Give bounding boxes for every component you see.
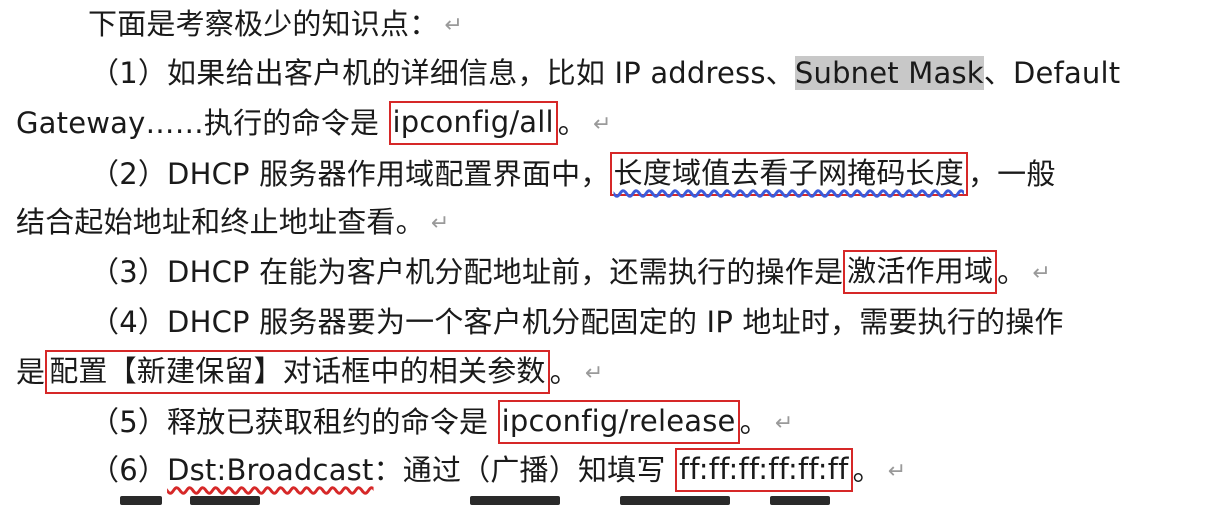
item2-line2-text: 结合起始地址和终止地址查看。 [16, 205, 425, 239]
item5-suffix: 。 [739, 405, 769, 439]
answer-box-ipconfig-all: ipconfig/all [388, 101, 558, 145]
item4-line2: 是配置【新建保留】对话框中的相关参数。 ↵ [16, 350, 1218, 394]
dst-broadcast-term: Dst:Broadcast [167, 453, 374, 487]
item4-line2-suffix: 。 [549, 355, 579, 389]
partial-glyph [470, 496, 560, 505]
item4-line1: （4）DHCP 服务器要为一个客户机分配固定的 IP 地址时，需要执行的操作 [90, 300, 1218, 344]
paragraph-mark-icon: ↵ [430, 211, 450, 236]
intro-line: 下面是考察极少的知识点： ↵ [88, 2, 1218, 46]
answer-box-ipconfig-release: ipconfig/release [497, 400, 740, 444]
item5-line: （5）释放已获取租约的命令是 ipconfig/release。 ↵ [90, 400, 1218, 444]
item6-line: （6）Dst:Broadcast：通过（广播）知填写 ff:ff:ff:ff:f… [90, 448, 1218, 492]
item6-middle: ：通过（广播）知填写 [373, 453, 675, 487]
item2-line2: 结合起始地址和终止地址查看。 ↵ [16, 200, 1218, 244]
intro-text: 下面是考察极少的知识点： [88, 7, 439, 41]
item3-prefix: （3）DHCP 在能为客户机分配地址前，还需执行的操作是 [90, 255, 844, 289]
item4-line2-prefix: 是 [16, 355, 46, 389]
partial-glyph [120, 496, 162, 505]
paragraph-mark-icon: ↵ [444, 13, 464, 38]
paragraph-mark-icon: ↵ [1032, 261, 1052, 286]
highlighted-term: Subnet Mask [794, 56, 984, 90]
answer-box-prefix-length: 长度域值去看子网掩码长度 [609, 152, 968, 196]
item1-line2-suffix: 。 [557, 106, 587, 140]
item5-prefix: （5）释放已获取租约的命令是 [90, 405, 498, 439]
partial-glyph [620, 496, 730, 505]
item1-line2: Gateway……执行的命令是 ipconfig/all。 ↵ [16, 101, 1218, 145]
paragraph-mark-icon: ↵ [593, 112, 612, 137]
partial-glyph [190, 496, 260, 505]
item3-line: （3）DHCP 在能为客户机分配地址前，还需执行的操作是 激活作用域。 ↵ [90, 250, 1218, 294]
paragraph-mark-icon: ↵ [774, 411, 794, 436]
cut-off-next-line [0, 490, 1218, 505]
answer-box-broadcast-mac: ff:ff:ff:ff:ff:ff [674, 448, 853, 492]
item6-suffix: 。 [852, 453, 882, 487]
answer-box-activate-scope: 激活作用域 [843, 250, 998, 294]
item3-suffix: 。 [997, 255, 1027, 289]
paragraph-mark-icon: ↵ [887, 459, 907, 484]
item1-suffix: 、Default [983, 56, 1121, 90]
answer-box-reservation: 配置【新建保留】对话框中的相关参数 [45, 350, 550, 394]
item1-line2-prefix: Gateway……执行的命令是 [16, 106, 389, 140]
item2-suffix: ，一般 [967, 157, 1056, 191]
item1-line1: （1）如果给出客户机的详细信息，比如 IP address、Subnet Mas… [90, 51, 1218, 95]
item2-prefix: （2）DHCP 服务器作用域配置界面中， [90, 157, 610, 191]
paragraph-mark-icon: ↵ [584, 361, 604, 386]
item6-prefix: （6） [90, 453, 168, 487]
item2-line1: （2）DHCP 服务器作用域配置界面中， 长度域值去看子网掩码长度 ，一般 [90, 152, 1218, 196]
item4-prefix: （4）DHCP 服务器要为一个客户机分配固定的 IP 地址时，需要执行的操作 [90, 305, 1064, 339]
partial-glyph [770, 496, 830, 505]
item1-prefix: （1）如果给出客户机的详细信息，比如 IP address、 [90, 56, 795, 90]
